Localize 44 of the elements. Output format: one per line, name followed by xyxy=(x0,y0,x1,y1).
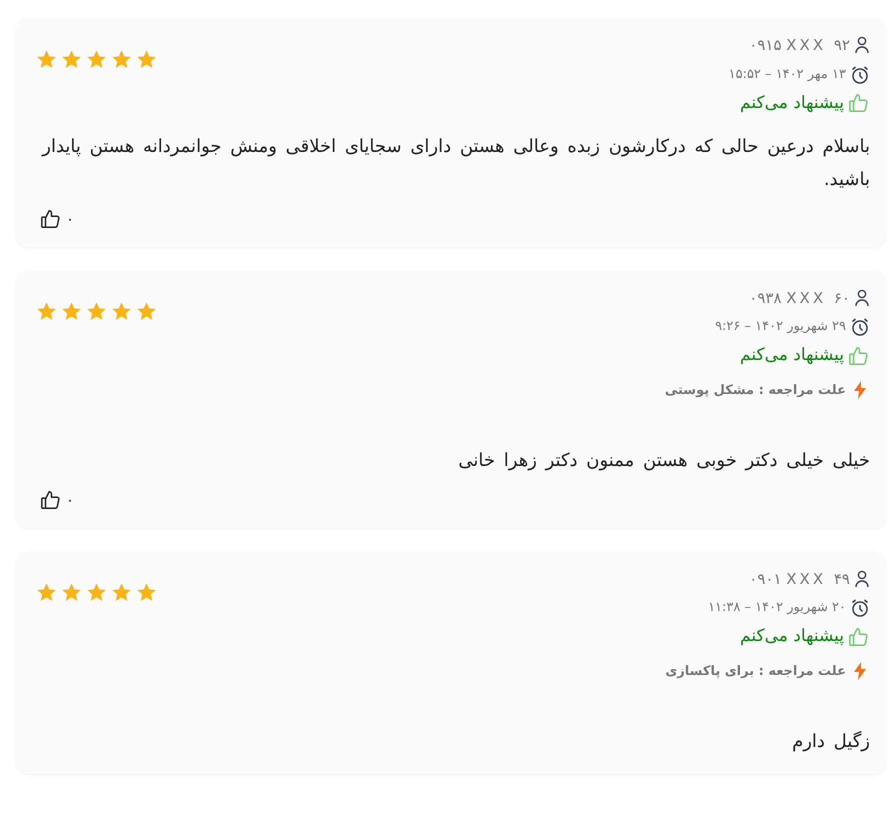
thumbs-up-icon xyxy=(848,92,870,114)
star-icon xyxy=(136,48,157,70)
star-icon xyxy=(136,301,157,322)
star-icon xyxy=(36,301,57,322)
review-date: ۲۰ شهریور ۱۴۰۲ – ۱۱:۳۸ xyxy=(708,599,846,618)
star-icon xyxy=(61,301,82,322)
star-icon xyxy=(111,582,132,604)
thumbs-up-icon xyxy=(848,626,870,648)
lightning-icon xyxy=(854,381,866,400)
visit-reason: علت مراجعه : مشکل پوستی xyxy=(664,382,846,400)
alarm-clock-icon xyxy=(850,64,870,84)
recommend-label: پیشنهاد می‌کنم xyxy=(740,625,844,648)
star-icon xyxy=(36,48,57,70)
user-icon xyxy=(854,36,870,54)
review-text: باسلام درعین حالی که درکارشون زبده وعالی هستن دارای سجایای اخلاقی ومنش جوانمردانه هستن پایدار باشید. xyxy=(40,135,870,192)
star-icon xyxy=(86,301,107,322)
thumbs-up-icon xyxy=(40,208,62,230)
star-icon xyxy=(111,301,132,322)
star-icon xyxy=(61,582,82,604)
user-icon xyxy=(854,570,870,588)
star-icon xyxy=(36,582,57,604)
review-date: ۱۳ مهر ۱۴۰۲ – ۱۵:۵۲ xyxy=(728,66,846,84)
like-button[interactable]: ۰ xyxy=(40,208,74,230)
like-button[interactable]: ۰ xyxy=(40,489,74,512)
star-icon xyxy=(111,48,132,70)
star-icon xyxy=(61,48,82,70)
phone-number: ۰۹۰۱ XXX ۴۹ xyxy=(749,568,850,590)
star-icon xyxy=(86,582,107,604)
star-icon xyxy=(136,582,157,604)
review-date: ۲۹ شهریور ۱۴۰۲ – ۹:۲۶ xyxy=(715,318,846,336)
review-text: خیلی خیلی دکتر خوبی هستن ممنون دکتر زهرا خانی xyxy=(457,449,870,473)
thumbs-up-icon xyxy=(40,489,62,512)
alarm-clock-icon xyxy=(850,598,870,618)
lightning-icon xyxy=(854,662,866,680)
recommend-label: پیشنهاد می‌کنم xyxy=(740,92,844,114)
thumbs-up-icon xyxy=(848,344,870,367)
alarm-clock-icon xyxy=(850,317,870,337)
visit-reason: علت مراجعه : برای پاکسازی xyxy=(665,662,846,680)
user-icon xyxy=(854,288,870,307)
phone-number: ۰۹۱۵ XXX ۹۲ xyxy=(749,35,850,56)
review-text: زگیل دارم xyxy=(791,730,870,754)
phone-number: ۰۹۳۸ XXX ۶۰ xyxy=(749,288,850,308)
star-icon xyxy=(86,48,107,70)
recommend-label: پیشنهاد می‌کنم xyxy=(740,344,844,367)
